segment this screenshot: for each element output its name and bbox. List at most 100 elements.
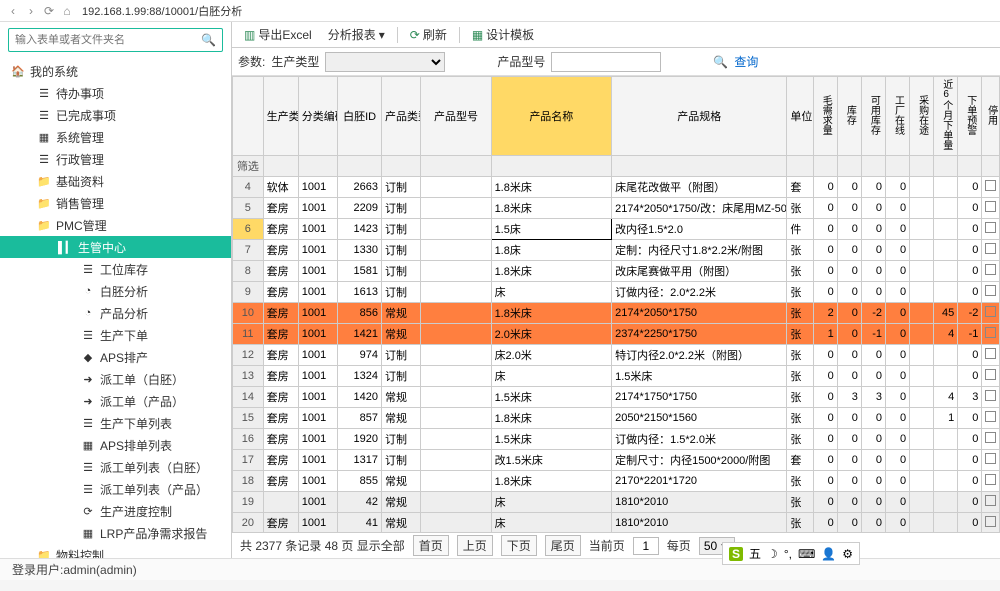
checkbox[interactable] bbox=[985, 243, 996, 254]
sidebar-item[interactable]: ☰生产下单 bbox=[0, 324, 231, 346]
checkbox[interactable] bbox=[985, 348, 996, 359]
tree-label: 基础资料 bbox=[56, 173, 104, 190]
checkbox[interactable] bbox=[985, 201, 996, 212]
sidebar-item[interactable]: ▦APS排单列表 bbox=[0, 434, 231, 456]
ime-user-icon[interactable]: 👤 bbox=[821, 547, 836, 561]
sidebar-item[interactable]: ☰行政管理 bbox=[0, 148, 231, 170]
analysis-report-button[interactable]: 分析报表 ▾ bbox=[322, 24, 391, 45]
sidebar-item[interactable]: ☰待办事项 bbox=[0, 82, 231, 104]
checkbox[interactable] bbox=[985, 180, 996, 191]
search-input[interactable] bbox=[15, 34, 201, 46]
table-row[interactable]: 10套房1001856常规1.8米床2174*2050*1750张20-2045… bbox=[233, 303, 1000, 324]
sidebar-item[interactable]: ☰派工单列表（产品） bbox=[0, 478, 231, 500]
table-row[interactable]: 14套房10011420常规1.5米床2174*1750*1750张033043 bbox=[233, 387, 1000, 408]
sidebar-item[interactable]: ☰工位库存 bbox=[0, 258, 231, 280]
excel-icon: ▥ bbox=[244, 28, 255, 42]
ime-toolbar[interactable]: S 五 ☽ °, ⌨ 👤 ⚙ bbox=[722, 542, 860, 565]
sidebar-item[interactable]: 🏠我的系统 bbox=[0, 60, 231, 82]
sidebar-item[interactable]: 📁PMC管理 bbox=[0, 214, 231, 236]
table-row[interactable]: 7套房10011330订制1.8床定制：内径尺寸1.8*2.2米/附图张0000… bbox=[233, 240, 1000, 261]
table-row[interactable]: 9套房10011613订制床订做内径：2.0*2.2米张00000 bbox=[233, 282, 1000, 303]
tree-label: 产品分析 bbox=[100, 305, 148, 322]
nav-refresh-icon[interactable]: ⟳ bbox=[40, 2, 58, 20]
ime-settings-icon[interactable]: ⚙ bbox=[842, 547, 853, 561]
sidebar-item[interactable]: ⟳生产进度控制 bbox=[0, 500, 231, 522]
sidebar-item[interactable]: ☰已完成事项 bbox=[0, 104, 231, 126]
sidebar-item[interactable]: ➜派工单（产品） bbox=[0, 390, 231, 412]
ime-punct-icon[interactable]: °, bbox=[784, 547, 792, 561]
table-row[interactable]: 4软体10012663订制1.8米床床尾花改做平（附图）套00000 bbox=[233, 177, 1000, 198]
sidebar-item[interactable]: ➜派工单（白胚） bbox=[0, 368, 231, 390]
tree-icon: ▌▎ bbox=[58, 241, 74, 254]
table-row[interactable]: 6套房10011423订制1.5床改内径1.5*2.0件00000 bbox=[233, 219, 1000, 240]
table-row[interactable]: 11套房10011421常规2.0米床2374*2250*1750张10-104… bbox=[233, 324, 1000, 345]
tree-icon: ☰ bbox=[36, 109, 52, 122]
sidebar-item[interactable]: 📁物料控制 bbox=[0, 544, 231, 558]
refresh-button[interactable]: ⟳刷新 bbox=[404, 24, 453, 45]
sidebar-item[interactable]: ◔产品分析 bbox=[0, 302, 231, 324]
nav-forward-icon[interactable]: › bbox=[22, 2, 40, 20]
sidebar-item[interactable]: ☰派工单列表（白胚） bbox=[0, 456, 231, 478]
ime-moon-icon[interactable]: ☽ bbox=[767, 547, 778, 561]
table-row[interactable]: 18套房1001855常规1.8米床2170*2201*1720张00000 bbox=[233, 471, 1000, 492]
checkbox[interactable] bbox=[985, 222, 996, 233]
table-row[interactable]: 19100142常规床1810*2010张00000 bbox=[233, 492, 1000, 513]
prod-model-input[interactable] bbox=[551, 52, 661, 72]
checkbox[interactable] bbox=[985, 264, 996, 275]
nav-back-icon[interactable]: ‹ bbox=[4, 2, 22, 20]
table-row[interactable]: 12套房1001974订制床2.0米特订内径2.0*2.2米（附图）张00000 bbox=[233, 345, 1000, 366]
dropdown-icon: ▾ bbox=[379, 28, 385, 42]
tree-icon: ☰ bbox=[36, 87, 52, 100]
checkbox[interactable] bbox=[985, 495, 996, 506]
sidebar-search[interactable]: 🔍 bbox=[8, 28, 223, 52]
sidebar-item[interactable]: ▦LRP产品净需求报告 bbox=[0, 522, 231, 544]
tree-icon: ▦ bbox=[80, 527, 96, 540]
design-template-button[interactable]: ▦设计模板 bbox=[466, 24, 540, 45]
table-row[interactable]: 17套房10011317订制改1.5米床定制尺寸：内径1500*2000/附图套… bbox=[233, 450, 1000, 471]
sidebar-item[interactable]: ◆APS排产 bbox=[0, 346, 231, 368]
query-link[interactable]: 查询 bbox=[734, 53, 758, 70]
tree-label: 白胚分析 bbox=[100, 283, 148, 300]
sidebar-item[interactable]: ▌▎生管中心 bbox=[0, 236, 231, 258]
tree-label: 派工单（产品） bbox=[100, 393, 184, 410]
checkbox[interactable] bbox=[985, 432, 996, 443]
tree-label: 销售管理 bbox=[56, 195, 104, 212]
table-row[interactable]: 15套房1001857常规1.8米床2050*2150*1560张000010 bbox=[233, 408, 1000, 429]
search-icon[interactable]: 🔍 bbox=[201, 33, 216, 47]
cell-editing[interactable]: 1.5床 bbox=[491, 219, 612, 240]
tree-icon: ☰ bbox=[80, 417, 96, 430]
checkbox[interactable] bbox=[985, 327, 996, 338]
ime-keyboard-icon[interactable]: ⌨ bbox=[798, 547, 815, 561]
table-row[interactable]: 20套房100141常规床1810*2010张00000 bbox=[233, 513, 1000, 533]
first-page-button[interactable]: 首页 bbox=[413, 535, 449, 556]
table-row[interactable]: 5套房10012209订制1.8米床2174*2050*1750/改：床尾用MZ… bbox=[233, 198, 1000, 219]
checkbox[interactable] bbox=[985, 453, 996, 464]
filter-row[interactable]: 筛选 bbox=[233, 156, 1000, 177]
checkbox[interactable] bbox=[985, 390, 996, 401]
cur-page-input[interactable] bbox=[633, 537, 659, 555]
checkbox[interactable] bbox=[985, 306, 996, 317]
next-page-button[interactable]: 下页 bbox=[501, 535, 537, 556]
table-row[interactable]: 13套房10011324订制床1.5米床张00000 bbox=[233, 366, 1000, 387]
checkbox[interactable] bbox=[985, 411, 996, 422]
checkbox[interactable] bbox=[985, 285, 996, 296]
sidebar-item[interactable]: ◔白胚分析 bbox=[0, 280, 231, 302]
query-icon[interactable]: 🔍 bbox=[713, 55, 728, 69]
table-row[interactable]: 8套房10011581订制1.8米床改床尾赛做平用（附图）张00000 bbox=[233, 261, 1000, 282]
checkbox[interactable] bbox=[985, 474, 996, 485]
prev-page-button[interactable]: 上页 bbox=[457, 535, 493, 556]
checkbox[interactable] bbox=[985, 369, 996, 380]
home-icon[interactable]: ⌂ bbox=[58, 2, 76, 20]
export-excel-button[interactable]: ▥导出Excel bbox=[238, 24, 318, 45]
sidebar-item[interactable]: ☰生产下单列表 bbox=[0, 412, 231, 434]
last-page-button[interactable]: 尾页 bbox=[545, 535, 581, 556]
sidebar-item[interactable]: 📁基础资料 bbox=[0, 170, 231, 192]
tree-label: PMC管理 bbox=[56, 217, 107, 234]
sidebar-item[interactable]: 📁销售管理 bbox=[0, 192, 231, 214]
table-row[interactable]: 16套房10011920订制1.5米床订做内径：1.5*2.0米张00000 bbox=[233, 429, 1000, 450]
checkbox[interactable] bbox=[985, 516, 996, 527]
ime-mode[interactable]: 五 bbox=[749, 545, 761, 562]
data-grid[interactable]: 生产类型分类编码白胚ID产品类型产品型号产品名称产品规格单位毛需求量库存可用库存… bbox=[232, 76, 1000, 532]
sidebar-item[interactable]: ▦系统管理 bbox=[0, 126, 231, 148]
prod-type-select[interactable] bbox=[325, 52, 445, 72]
